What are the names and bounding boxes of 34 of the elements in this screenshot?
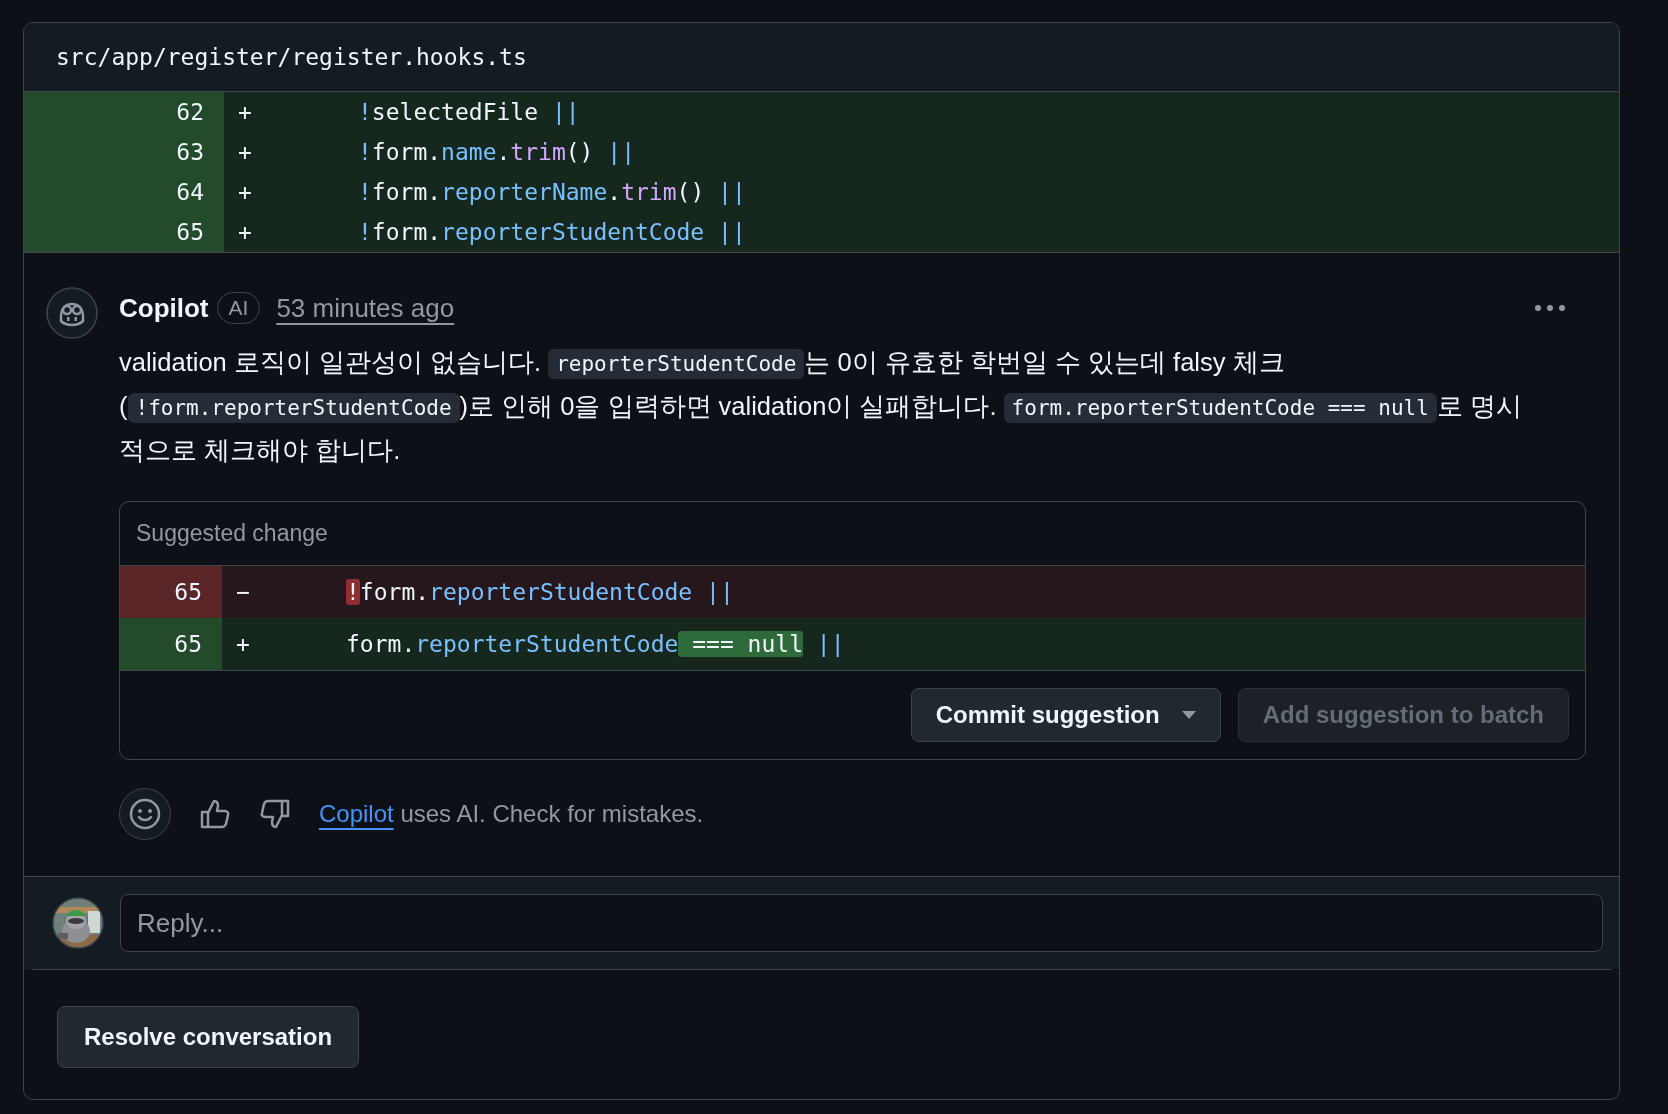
copilot-link[interactable]: Copilot — [319, 800, 394, 827]
reply-field[interactable]: Reply... — [120, 894, 1603, 952]
diff-sign: + — [238, 218, 253, 247]
line-number: 62 — [24, 92, 224, 132]
code-line: !selectedFile || — [358, 98, 580, 127]
line-number: 63 — [24, 132, 224, 172]
ai-disclaimer: Copilot uses AI. Check for mistakes. — [319, 800, 704, 828]
comment-text: validation 로직이 일관성이 없습니다. reporterStudentCode 는 0이 유효한 학번일 수 있는데 falsy 체크 ( !form.reporterStudentCode )로 인해 0을 입력하면 validation이 실패합니다. form.reporterStudentCode === null 로 명시적으로 체크해야 합니다. — [119, 347, 1523, 466]
diff-sign: + — [238, 98, 253, 127]
file-path: src/app/register/register.hooks.ts — [24, 23, 1619, 92]
diff-sign: + — [238, 178, 253, 207]
thumbs-down-icon[interactable] — [259, 798, 291, 830]
code-line: !form.name.trim() || — [358, 138, 635, 167]
diff-sign: − — [236, 578, 251, 607]
code-line: !form.reporterName.trim() || — [358, 178, 746, 207]
kebab-icon[interactable] — [1534, 304, 1566, 312]
caret-icon — [1181, 711, 1196, 719]
line-number: 65 — [120, 566, 222, 618]
line-number: 65 — [24, 212, 224, 252]
bot-icon — [46, 287, 98, 339]
author-name[interactable]: Copilot — [119, 292, 209, 324]
emoji-button[interactable] — [119, 788, 171, 840]
diff-sign: + — [236, 630, 251, 659]
thumbs-up-icon[interactable] — [199, 798, 231, 830]
smiley-icon — [129, 798, 161, 830]
commit-dropdown-button[interactable]: Commit suggestion — [910, 688, 1221, 742]
resolve-button[interactable]: Resolve conversation — [57, 1006, 360, 1068]
code-line: !form.reporterStudentCode || — [346, 578, 734, 607]
line-number: 65 — [120, 618, 222, 670]
line-number: 64 — [24, 172, 224, 212]
code-line: form.reporterStudentCode === null || — [346, 630, 845, 659]
diff-sign: + — [238, 138, 253, 167]
timestamp-link[interactable]: 53 minutes ago — [276, 292, 455, 324]
code-line: !form.reporterStudentCode || — [358, 218, 746, 247]
